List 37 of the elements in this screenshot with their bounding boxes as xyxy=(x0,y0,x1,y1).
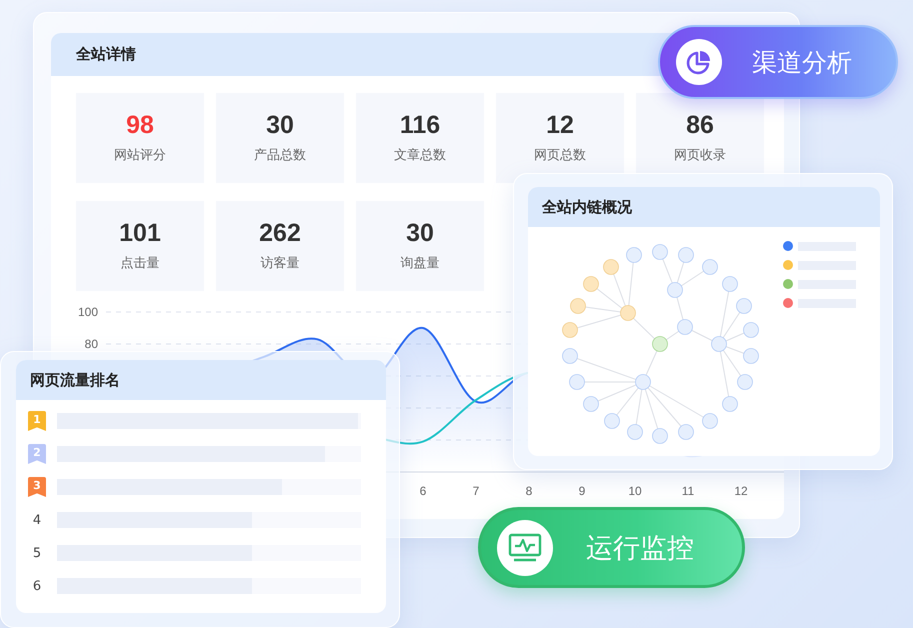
channel-analysis-button[interactable]: 渠道分析 xyxy=(658,25,898,99)
stat-label: 网页收录 xyxy=(674,146,726,164)
card-title: 全站内链概况 xyxy=(542,198,632,216)
y-axis-label: 80 xyxy=(84,337,98,351)
monitor-button[interactable]: 运行监控 xyxy=(478,507,745,588)
card-title: 全站详情 xyxy=(76,45,136,64)
rank-number: 4 xyxy=(32,512,42,528)
x-axis-label: 11 xyxy=(682,484,694,498)
x-axis-label: 7 xyxy=(472,484,480,498)
card-title: 网页流量排名 xyxy=(30,370,120,390)
stat-label: 访客量 xyxy=(260,254,300,272)
stat-value: 86 xyxy=(686,112,714,138)
stat-label: 网站评分 xyxy=(114,146,166,164)
stat-value: 116 xyxy=(400,112,440,138)
x-axis-label: 10 xyxy=(628,484,642,498)
rank-number: 6 xyxy=(32,578,42,594)
pie-chart-icon xyxy=(676,39,722,85)
x-axis-label: 9 xyxy=(578,484,586,498)
x-axis-label: 6 xyxy=(420,484,426,498)
stat-value: 98 xyxy=(126,112,154,138)
stat-label: 文章总数 xyxy=(394,146,446,164)
stat-value: 12 xyxy=(546,112,574,138)
stat-value: 30 xyxy=(266,112,294,138)
x-axis-label: 8 xyxy=(526,484,532,498)
stat-label: 点击量 xyxy=(120,254,160,272)
y-axis-label: 100 xyxy=(78,305,98,319)
x-axis-label: 12 xyxy=(734,484,748,498)
stat-value: 262 xyxy=(259,220,301,246)
stat-label: 询盘量 xyxy=(400,254,440,272)
stat-label: 产品总数 xyxy=(254,146,306,164)
rank-badge: 2 xyxy=(28,444,46,464)
rank-number: 5 xyxy=(32,546,42,560)
rank-badge: 3 xyxy=(28,477,46,497)
stat-label: 网页总数 xyxy=(534,146,586,164)
rank-badge: 1 xyxy=(28,411,46,431)
stat-value: 101 xyxy=(119,220,161,246)
stat-value: 30 xyxy=(406,220,434,246)
